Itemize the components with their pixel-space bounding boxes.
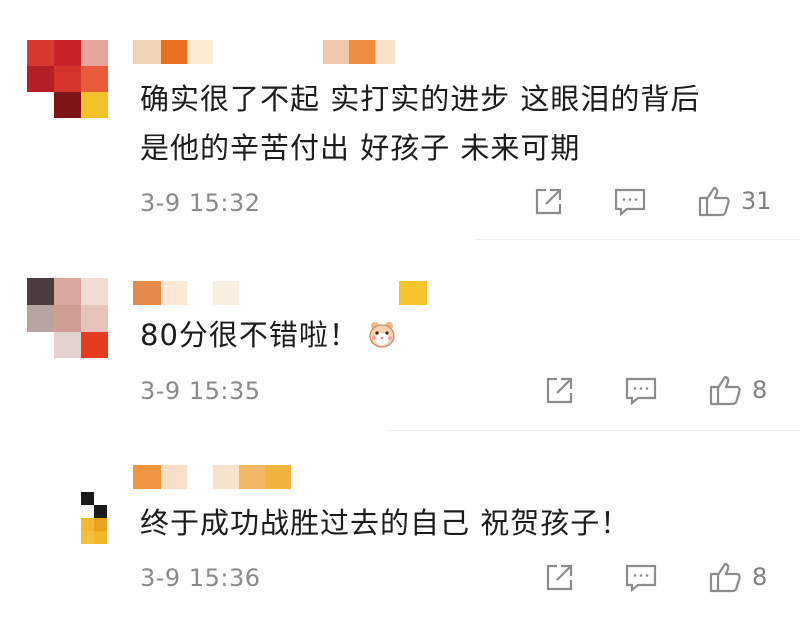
thumbs-up-icon <box>709 375 741 406</box>
avatar[interactable] <box>27 278 108 358</box>
thumbs-up-icon <box>698 186 730 217</box>
username[interactable] <box>133 465 291 489</box>
comment-text-line: 是他的辛苦付出 好孩子 未来可期 <box>140 131 581 165</box>
comment-item: 80分很不错啦！ 3-9 15:35 8 <box>0 241 800 431</box>
comment-text: 终于成功战胜过去的自己 祝贺孩子！ <box>140 499 630 548</box>
comment-text-line: 终于成功战胜过去的自己 祝贺孩子！ <box>140 506 631 540</box>
comment-item: 终于成功战胜过去的自己 祝贺孩子！ 3-9 15:36 8 <box>0 432 800 625</box>
comment-icon <box>625 564 657 593</box>
like-button[interactable]: 31 <box>697 184 772 218</box>
like-count: 8 <box>752 563 768 591</box>
comment-text: 80分很不错啦！ <box>140 311 397 360</box>
comment-icon <box>625 377 657 406</box>
hamster-emoji <box>367 315 397 348</box>
username[interactable] <box>133 40 395 64</box>
reply-button[interactable] <box>613 186 647 218</box>
comment-text: 确实很了不起 实打实的进步 这眼泪的背后 是他的辛苦付出 好孩子 未来可期 <box>140 75 700 173</box>
like-count: 31 <box>741 187 772 215</box>
comment-text-line: 80分很不错啦！ <box>140 318 359 352</box>
like-button[interactable]: 8 <box>708 373 767 407</box>
comment-time: 3-9 15:36 <box>140 564 261 592</box>
avatar[interactable] <box>27 40 108 118</box>
reply-button[interactable] <box>624 562 658 594</box>
comment-item: 确实很了不起 实打实的进步 这眼泪的背后 是他的辛苦付出 好孩子 未来可期 3-… <box>0 0 800 240</box>
divider <box>386 430 800 431</box>
comment-time: 3-9 15:32 <box>140 189 261 217</box>
share-button[interactable] <box>543 375 575 407</box>
share-icon <box>546 564 573 591</box>
reply-button[interactable] <box>624 375 658 407</box>
like-count: 8 <box>752 376 768 404</box>
divider <box>475 239 800 240</box>
share-icon <box>546 377 573 404</box>
comment-text-line: 确实很了不起 实打实的进步 这眼泪的背后 <box>140 82 701 116</box>
thumbs-up-icon <box>709 562 741 593</box>
username[interactable] <box>133 281 427 305</box>
share-icon <box>535 188 562 215</box>
share-button[interactable] <box>532 186 564 218</box>
like-button[interactable]: 8 <box>708 560 767 594</box>
share-button[interactable] <box>543 562 575 594</box>
comment-time: 3-9 15:35 <box>140 377 261 405</box>
avatar[interactable] <box>81 492 107 544</box>
comment-icon <box>614 188 646 217</box>
